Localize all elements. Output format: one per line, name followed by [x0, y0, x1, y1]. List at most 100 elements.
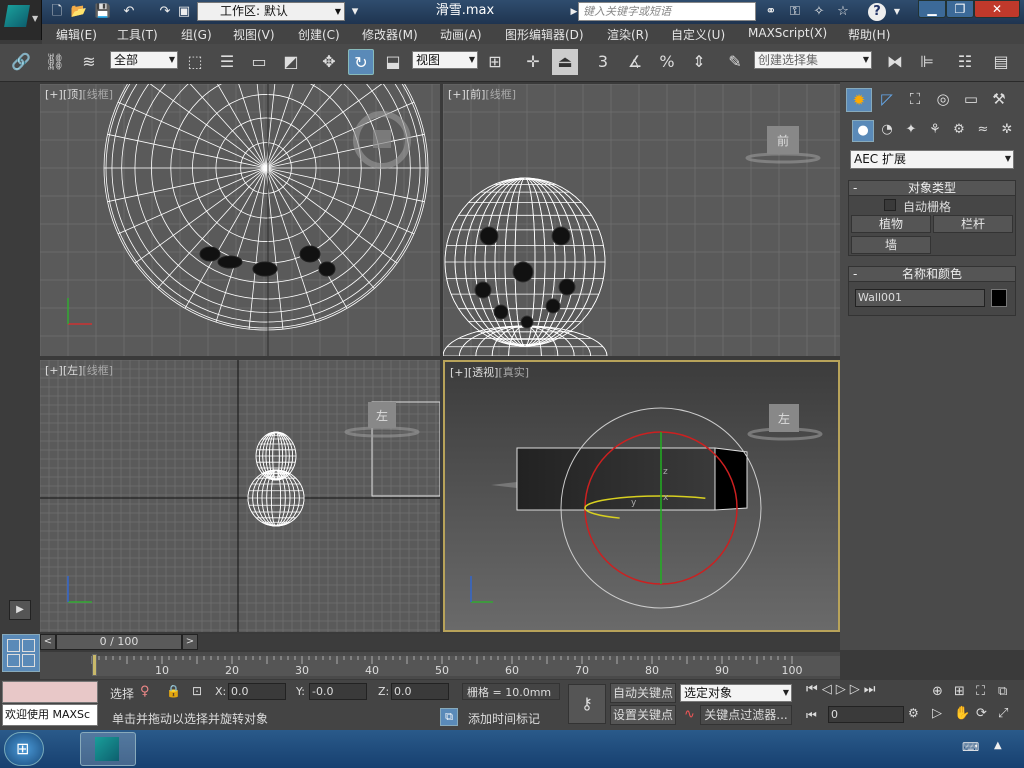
maxscript-listener-input[interactable]: 欢迎使用 MAXSc	[2, 704, 98, 726]
time-config-icon[interactable]: ⚙	[908, 706, 919, 720]
menu-modifiers[interactable]: 修改器(M)	[362, 26, 418, 43]
menu-customize[interactable]: 自定义(U)	[671, 26, 725, 43]
lock-icon[interactable]: 🔒	[166, 684, 181, 698]
angle-snap-icon[interactable]: ∡	[622, 49, 648, 75]
track-bar[interactable]: 10 20 30 40 50 60 70 80 90 100	[40, 652, 840, 679]
viewport-top[interactable]: [+][顶][线框]	[40, 84, 440, 356]
percent-snap-icon[interactable]: %	[654, 49, 680, 75]
redo-icon[interactable]: ↷	[156, 3, 174, 21]
move-icon[interactable]: ✥	[316, 49, 342, 75]
rectangle-selection-icon[interactable]: ▭	[246, 49, 272, 75]
close-button[interactable]: ✕	[974, 0, 1020, 18]
goto-start-icon[interactable]: ⏮	[806, 682, 822, 697]
zoom-extents-icon[interactable]: ⛶	[976, 684, 985, 699]
geometry-icon[interactable]: ●	[852, 120, 874, 142]
key-mode-icon[interactable]: ⏮	[806, 708, 817, 723]
project-folder-icon[interactable]: ▣	[175, 3, 193, 21]
link-icon[interactable]: 🔗	[8, 49, 34, 75]
viewport-perspective[interactable]: z y x 左 [+][透视][真实]	[443, 360, 840, 632]
select-by-name-icon[interactable]: ☰	[214, 49, 240, 75]
modify-tab-icon[interactable]: ◸	[874, 88, 900, 112]
viewport-left[interactable]: 左 [+][左][线框]	[40, 360, 440, 632]
taskbar-3dsmax[interactable]	[80, 732, 136, 766]
key-filters-button[interactable]: 关键点过滤器...	[700, 705, 792, 725]
search-input[interactable]: 键入关键字或短语	[578, 2, 756, 21]
binoculars-icon[interactable]: ⚭	[762, 3, 780, 21]
railing-button[interactable]: 栏杆	[933, 215, 1013, 233]
set-key-button[interactable]: 设置关键点	[610, 705, 676, 725]
lights-icon[interactable]: ✦	[900, 120, 922, 142]
z-coordinate-input[interactable]: 0.0	[391, 683, 449, 700]
window-crossing-icon[interactable]: ◩	[278, 49, 304, 75]
set-key-icon[interactable]: ⚷	[568, 684, 606, 724]
viewport-front[interactable]: 前 [+][前][线框]	[443, 84, 840, 356]
start-button[interactable]: ⊞	[4, 732, 44, 766]
spinner-snap-icon[interactable]: ⇕	[686, 49, 712, 75]
shapes-icon[interactable]: ◔	[876, 120, 898, 142]
new-file-icon[interactable]: 🗋	[48, 3, 66, 21]
key-icon[interactable]: ⚿	[786, 3, 804, 21]
prev-frame-button[interactable]: <	[40, 634, 56, 650]
menu-tools[interactable]: 工具(T)	[117, 26, 158, 43]
pivot-center-icon[interactable]: ⊞	[482, 49, 508, 75]
next-frame-icon[interactable]: ▷	[850, 682, 864, 697]
rotate-icon[interactable]: ↻	[348, 49, 374, 75]
time-tag-icon[interactable]: ⧉	[440, 708, 458, 726]
field-of-view-icon[interactable]: ▷	[932, 706, 942, 721]
menu-maxscript[interactable]: MAXScript(X)	[748, 26, 827, 40]
absolute-mode-icon[interactable]: ⊡	[192, 684, 202, 698]
current-frame-marker[interactable]	[92, 654, 97, 676]
display-tab-icon[interactable]: ▭	[958, 88, 984, 112]
hierarchy-tab-icon[interactable]: ⛶	[902, 88, 928, 112]
star-icon[interactable]: ☆	[834, 3, 852, 21]
viewport-label[interactable]: [+][前][线框]	[448, 86, 516, 102]
viewport-layout-icon[interactable]	[2, 634, 40, 672]
viewport-label[interactable]: [+][左][线框]	[45, 362, 113, 378]
systems-icon[interactable]: ✲	[996, 120, 1018, 142]
object-category-dropdown[interactable]: AEC 扩展	[850, 150, 1014, 169]
menu-view[interactable]: 视图(V)	[233, 26, 275, 43]
bind-spacewarp-icon[interactable]: ≋	[76, 49, 102, 75]
object-color-swatch[interactable]	[991, 289, 1007, 307]
reference-coordinate-dropdown[interactable]: 视图	[412, 51, 478, 69]
zoom-extents-all-icon[interactable]: ⧉	[998, 684, 1007, 699]
menu-graph-editors[interactable]: 图形编辑器(D)	[505, 26, 584, 43]
autogrid-checkbox[interactable]	[884, 199, 896, 211]
menu-animation[interactable]: 动画(A)	[440, 26, 482, 43]
maxscript-listener-top[interactable]	[2, 681, 98, 703]
prev-frame-icon[interactable]: ◁	[822, 682, 836, 697]
name-color-header[interactable]: - 名称和颜色	[849, 267, 1015, 282]
scale-icon[interactable]: ⬓	[380, 49, 406, 75]
select-object-icon[interactable]: ⬚	[182, 49, 208, 75]
object-name-input[interactable]: Wall001	[855, 289, 985, 307]
open-file-icon[interactable]: 📂	[70, 3, 88, 21]
keyboard-shortcut-override-icon[interactable]: ⏏	[552, 49, 578, 75]
play-icon[interactable]: ▷	[836, 682, 850, 697]
layer-manager-icon[interactable]: ☷	[952, 49, 978, 75]
wall-button[interactable]: 墙	[851, 236, 931, 254]
menu-help[interactable]: 帮助(H)	[848, 26, 890, 43]
toggle-ribbon-icon[interactable]: ▤	[988, 49, 1014, 75]
pan-icon[interactable]: ✋	[954, 706, 970, 721]
helpers-icon[interactable]: ⚙	[948, 120, 970, 142]
viewcube[interactable]	[373, 130, 391, 148]
keyboard-icon[interactable]: ⌨	[962, 740, 979, 754]
orbit-icon[interactable]: ⟳	[976, 706, 987, 721]
add-time-tag[interactable]: 添加时间标记	[468, 710, 540, 727]
zoom-all-icon[interactable]: ⊞	[954, 684, 965, 699]
auto-key-button[interactable]: 自动关键点	[610, 683, 676, 703]
unlink-icon[interactable]: ⛓	[42, 49, 68, 75]
zoom-icon[interactable]: ⊕	[932, 684, 943, 699]
tray-expand-icon[interactable]: ▲	[994, 740, 1002, 751]
cameras-icon[interactable]: ⚘	[924, 120, 946, 142]
object-type-header[interactable]: - 对象类型	[849, 181, 1015, 196]
create-tab-icon[interactable]: ✹	[846, 88, 872, 112]
menu-rendering[interactable]: 渲染(R)	[607, 26, 649, 43]
motion-tab-icon[interactable]: ◎	[930, 88, 956, 112]
select-manipulate-icon[interactable]: ✛	[520, 49, 546, 75]
selection-filter-dropdown[interactable]: 全部	[110, 51, 178, 69]
expand-panel-icon[interactable]: ▶	[9, 600, 31, 620]
minimize-button[interactable]: ▁	[918, 0, 946, 18]
foliage-button[interactable]: 植物	[851, 215, 931, 233]
menu-create[interactable]: 创建(C)	[298, 26, 340, 43]
